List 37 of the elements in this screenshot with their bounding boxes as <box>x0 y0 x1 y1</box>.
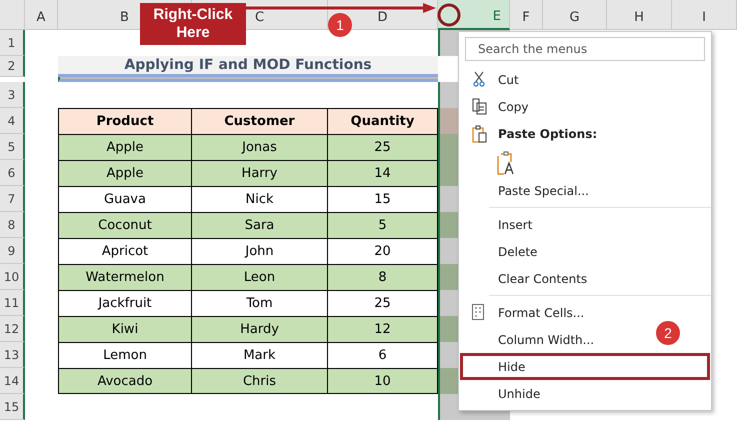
table-cell: 14 <box>328 160 438 186</box>
table-cell: Guava <box>58 186 192 212</box>
table-cell: 5 <box>328 212 438 238</box>
table-cell: Kiwi <box>58 316 192 342</box>
table-cell: Apple <box>58 160 192 186</box>
table-cell: Coconut <box>58 212 192 238</box>
table-cell: 12 <box>328 316 438 342</box>
table-cell: Tom <box>192 290 328 316</box>
column-heading: Quantity <box>328 108 438 134</box>
table-cell: 25 <box>328 134 438 160</box>
table-cell: 25 <box>328 290 438 316</box>
column-heading: Product <box>58 108 192 134</box>
table-cell: Chris <box>192 368 328 394</box>
table-cell: Sara <box>192 212 328 238</box>
table-cell: 10 <box>328 368 438 394</box>
paste-options-heading: Paste Options: <box>460 120 608 147</box>
table-cell: Watermelon <box>58 264 192 290</box>
table-cell: 15 <box>328 186 438 212</box>
table-cell: Jonas <box>192 134 328 160</box>
table-cell: Mark <box>192 342 328 368</box>
table-cell: 6 <box>328 342 438 368</box>
table-cell: Hardy <box>192 316 328 342</box>
table-cell: Apple <box>58 134 192 160</box>
table-cell: Harry <box>192 160 328 186</box>
table-cell: 20 <box>328 238 438 264</box>
table-cell: Avocado <box>58 368 192 394</box>
table-cell: Nick <box>192 186 328 212</box>
table-cell: John <box>192 238 328 264</box>
table-cell: Leon <box>192 264 328 290</box>
table-cell: Lemon <box>58 342 192 368</box>
table-cell: Jackfruit <box>58 290 192 316</box>
table-cell: Apricot <box>58 238 192 264</box>
table-title: Applying IF and MOD Functions <box>58 56 438 77</box>
step-badge: 1 <box>328 13 352 37</box>
table-cell: 8 <box>328 264 438 290</box>
callout-tooltip: Right-Click Here <box>140 3 246 45</box>
column-heading: Customer <box>192 108 328 134</box>
